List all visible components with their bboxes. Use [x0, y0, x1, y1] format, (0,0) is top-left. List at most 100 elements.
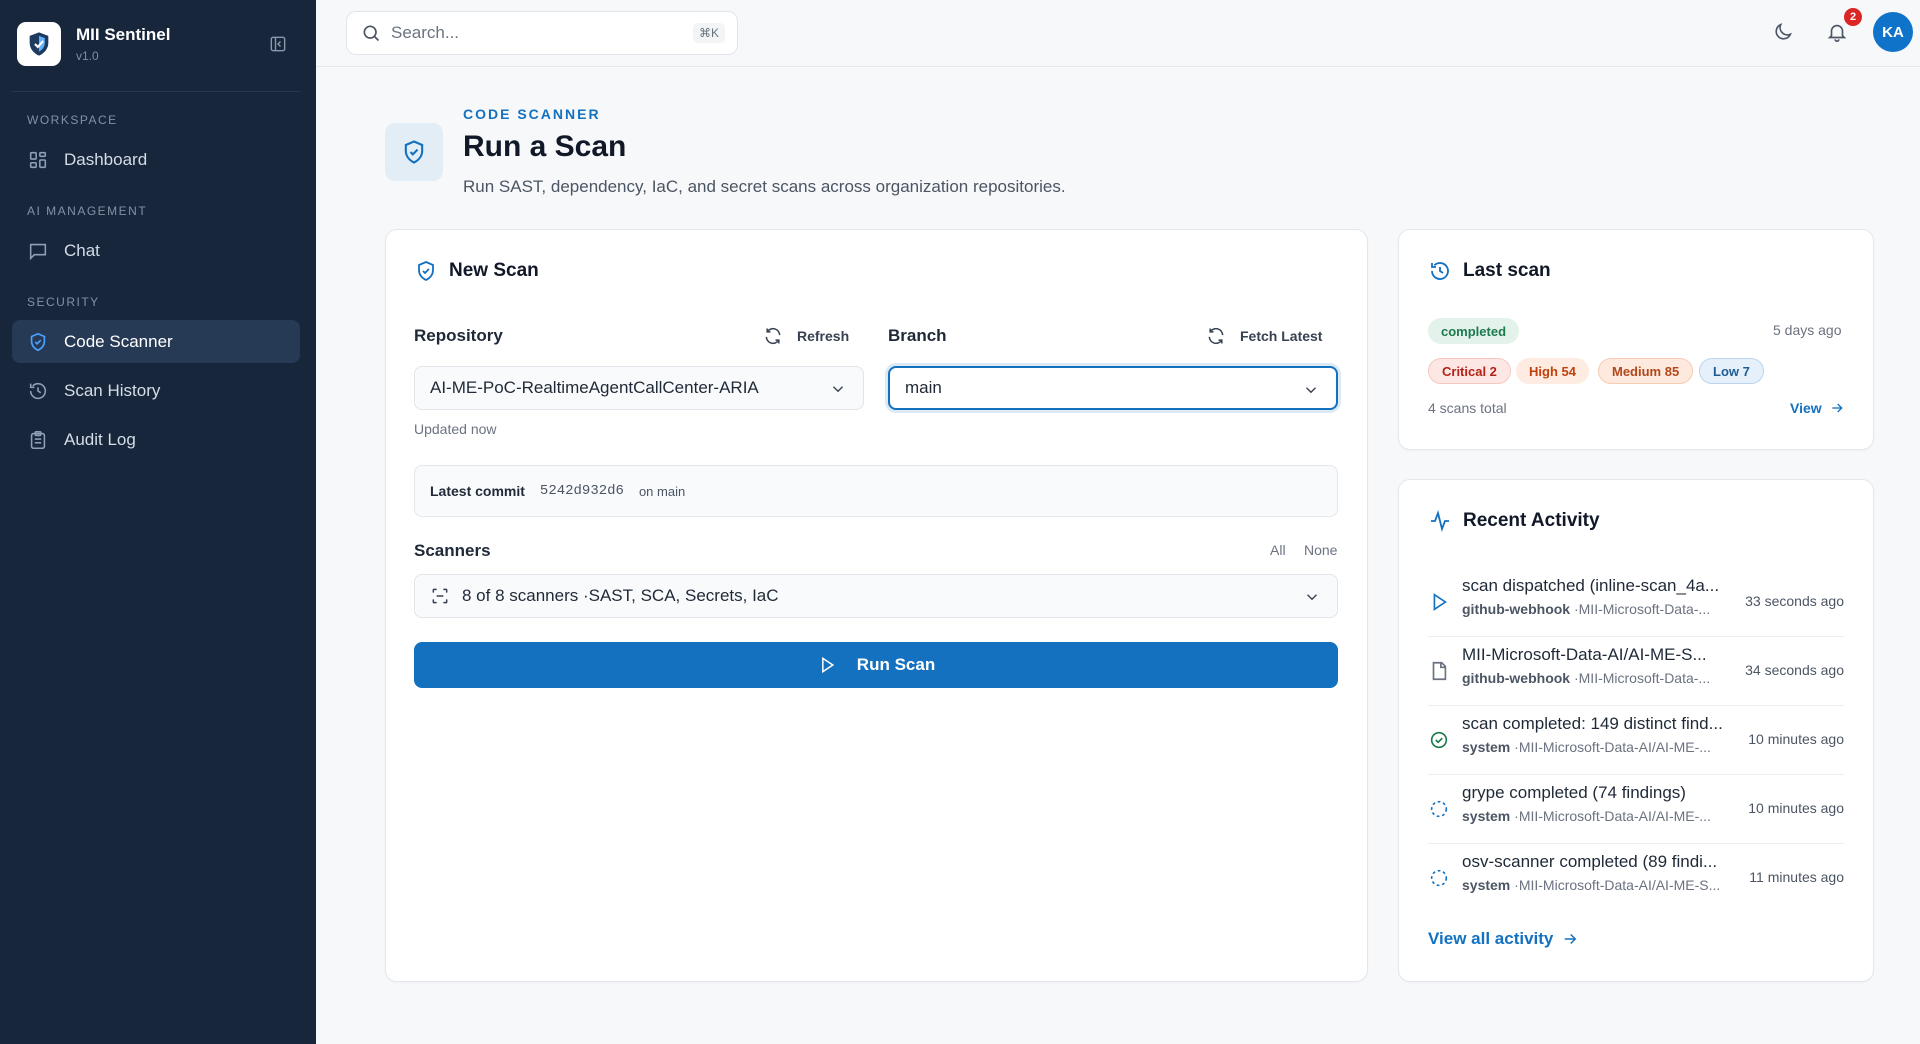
grid-icon: [27, 149, 49, 171]
recent-activity-title: Recent Activity: [1428, 509, 1600, 533]
app-name: MII Sentinel: [76, 25, 171, 44]
activity-time: 34 seconds ago: [1745, 662, 1844, 678]
activity-title: scan dispatched (inline-scan_4a...: [1462, 576, 1720, 595]
view-all-activity-link[interactable]: View all activity: [1428, 929, 1579, 949]
repository-select[interactable]: AI-ME-PoC-RealtimeAgentCallCenter-ARIA: [414, 366, 864, 410]
card-title-text: Recent Activity: [1463, 510, 1600, 531]
arrow-right-icon: [1561, 930, 1579, 948]
activity-title: MII-Microsoft-Data-AI/AI-ME-S...: [1462, 645, 1707, 664]
scanners-value: 8 of 8 scanners ·SAST, SCA, Secrets, IaC: [462, 586, 779, 605]
sidebar-item-dashboard[interactable]: Dashboard: [12, 138, 300, 181]
activity-item[interactable]: MII-Microsoft-Data-AI/AI-ME-S... github-…: [1428, 637, 1844, 706]
scanners-label: Scanners: [414, 541, 491, 560]
activity-subtitle: github-webhook ·MII-Microsoft-Data-...: [1462, 670, 1711, 686]
dark-mode-toggle-icon[interactable]: [1772, 21, 1796, 45]
run-scan-button[interactable]: Run Scan: [414, 642, 1338, 688]
notifications-bell-icon[interactable]: [1826, 21, 1850, 45]
activity-time: 11 minutes ago: [1749, 869, 1844, 885]
status-badge: completed: [1428, 318, 1520, 344]
branch-label: Branch: [888, 326, 947, 345]
severity-high-badge: High 54: [1516, 358, 1589, 384]
user-avatar[interactable]: KA: [1873, 12, 1913, 52]
branch-value: main: [905, 378, 942, 397]
sidebar-item-chat[interactable]: Chat: [12, 229, 300, 272]
sidebar-item-label: Chat: [64, 240, 100, 260]
chevron-down-icon: [1303, 588, 1321, 606]
activity-time: 10 minutes ago: [1748, 731, 1844, 747]
page-eyebrow: CODE SCANNER: [463, 106, 601, 122]
severity-low-badge: Low 7: [1699, 358, 1764, 384]
view-last-scan-link[interactable]: View: [1790, 400, 1845, 416]
commit-hash: 5242d932d6: [539, 483, 624, 499]
activity-item[interactable]: osv-scanner completed (89 findi... syste…: [1428, 844, 1844, 913]
new-scan-title: New Scan: [414, 259, 539, 283]
check-circle-icon: [1428, 729, 1450, 751]
activity-title: grype completed (74 findings): [1462, 783, 1686, 802]
search-shortcut: ⌘K: [692, 23, 725, 43]
activity-subtitle: system ·MII-Microsoft-Data-AI/AI-ME-...: [1462, 808, 1711, 824]
history-icon: [27, 380, 49, 402]
divider: [12, 91, 300, 92]
latest-commit-label: Latest commit: [430, 483, 525, 499]
file-icon: [1428, 660, 1450, 682]
activity-pulse-icon: [1428, 509, 1452, 533]
page-title: Run a Scan: [463, 130, 627, 163]
select-none-link[interactable]: None: [1304, 542, 1337, 558]
sidebar-item-audit-log[interactable]: Audit Log: [12, 418, 300, 461]
refresh-button[interactable]: Refresh: [763, 326, 849, 346]
shield-check-icon: [27, 331, 49, 353]
history-icon: [1428, 259, 1452, 283]
chat-icon: [27, 240, 49, 262]
sidebar-item-label: Scan History: [64, 380, 161, 400]
arrow-right-icon: [1829, 400, 1845, 416]
sidebar-item-label: Code Scanner: [64, 331, 173, 351]
sidebar-item-code-scanner[interactable]: Code Scanner: [12, 320, 300, 363]
scans-total: 4 scans total: [1428, 400, 1507, 416]
activity-subtitle: system ·MII-Microsoft-Data-AI/AI-ME-...: [1462, 739, 1711, 755]
play-icon: [817, 655, 837, 675]
play-icon: [1428, 591, 1450, 613]
activity-title: scan completed: 149 distinct find...: [1462, 714, 1723, 733]
refresh-icon: [1206, 326, 1226, 346]
activity-item[interactable]: grype completed (74 findings) system ·MI…: [1428, 775, 1844, 844]
sidebar-item-label: Audit Log: [64, 429, 136, 449]
repository-value: AI-ME-PoC-RealtimeAgentCallCenter-ARIA: [430, 378, 759, 397]
clipboard-icon: [27, 429, 49, 451]
refresh-icon: [763, 326, 783, 346]
dashed-circle-icon: [1428, 867, 1450, 889]
search-input[interactable]: [391, 23, 671, 43]
card-title-text: New Scan: [449, 260, 539, 281]
latest-commit-box: Latest commit 5242d932d6 on main: [414, 465, 1338, 517]
sidebar-item-label: Dashboard: [64, 149, 148, 169]
fetch-latest-button[interactable]: Fetch Latest: [1206, 326, 1322, 346]
sidebar: MII Sentinel v1.0 WORKSPACE Dashboard AI…: [0, 0, 316, 1044]
activity-item[interactable]: scan completed: 149 distinct find... sys…: [1428, 706, 1844, 775]
search-box[interactable]: ⌘K: [346, 11, 738, 55]
search-icon: [361, 23, 381, 43]
activity-time: 10 minutes ago: [1748, 800, 1844, 816]
sidebar-item-scan-history[interactable]: Scan History: [12, 369, 300, 412]
app-version: v1.0: [76, 49, 99, 63]
section-label-workspace: WORKSPACE: [27, 113, 118, 127]
last-scan-title: Last scan: [1428, 259, 1551, 283]
collapse-sidebar-icon[interactable]: [268, 34, 290, 56]
activity-title: osv-scanner completed (89 findi...: [1462, 852, 1718, 871]
activity-item[interactable]: scan dispatched (inline-scan_4a... githu…: [1428, 568, 1844, 637]
select-all-link[interactable]: All: [1270, 542, 1286, 558]
page-subtitle: Run SAST, dependency, IaC, and secret sc…: [463, 177, 1066, 196]
activity-subtitle: github-webhook ·MII-Microsoft-Data-...: [1462, 601, 1711, 617]
section-label-ai-management: AI MANAGEMENT: [27, 204, 148, 218]
commit-branch: on main: [638, 483, 686, 499]
dashed-circle-icon: [1428, 798, 1450, 820]
scanners-select[interactable]: 8 of 8 scanners ·SAST, SCA, Secrets, IaC: [414, 574, 1338, 618]
card-title-text: Last scan: [1463, 260, 1551, 281]
brand[interactable]: MII Sentinel v1.0: [17, 22, 170, 66]
activity-time: 33 seconds ago: [1745, 593, 1844, 609]
topbar: ⌘K: [316, 0, 1920, 67]
shield-check-icon: [414, 259, 438, 283]
severity-critical-badge: Critical 2: [1428, 358, 1511, 384]
chevron-down-icon: [1302, 381, 1320, 399]
page-shield-icon: [385, 123, 443, 181]
branch-select[interactable]: main: [888, 366, 1338, 410]
logo: [17, 22, 61, 66]
